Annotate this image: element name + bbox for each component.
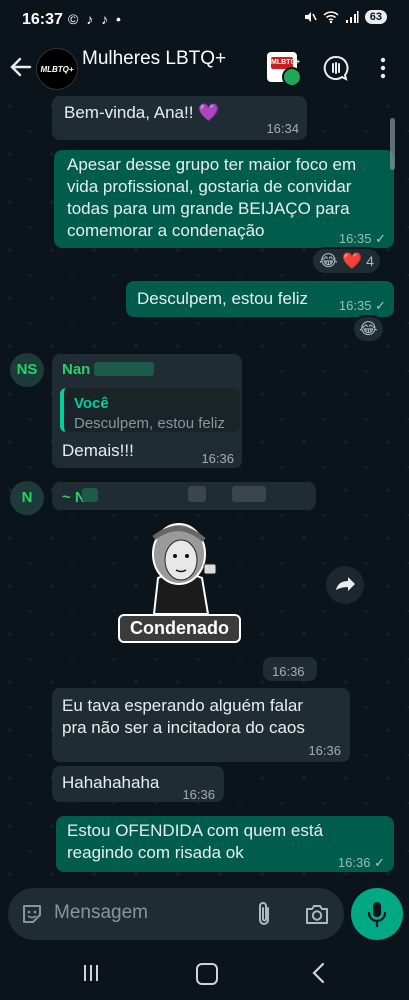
message-time: 16:36 — [308, 743, 341, 758]
message-text: Estou OFENDIDA com quem está reagindo co… — [67, 821, 324, 862]
reaction-emojis: 😂 ❤️ — [319, 253, 363, 270]
avatar[interactable]: N — [10, 481, 44, 515]
message-time: 16:36 — [272, 664, 305, 679]
check-badge-icon — [282, 67, 302, 87]
chat-header: MLBTQ+ Mulheres LBTQ+ MLBTQ+ — [0, 40, 409, 96]
more-vert-icon[interactable] — [376, 56, 390, 80]
message-reactions[interactable]: 😂 — [352, 315, 385, 343]
system-nav-bar — [0, 946, 409, 1000]
quote-text: Desculpem, estou feliz — [74, 415, 225, 432]
double-check-icon: ✓ — [375, 231, 386, 246]
message-text: Hahahahaha — [62, 773, 160, 792]
quoted-message[interactable]: Você Desculpem, estou feliz — [60, 388, 240, 432]
message-bubble[interactable]: Nan Você Desculpem, estou feliz Demais!!… — [52, 354, 242, 468]
message-time: 16:36 — [201, 451, 234, 466]
forward-button[interactable] — [326, 566, 364, 604]
battery-indicator: 63 — [364, 10, 387, 24]
status-bar: 16:37 © ♪ ♪ • 63 — [0, 0, 409, 40]
message-bubble[interactable]: Hahahahaha 16:36 — [52, 766, 224, 802]
status-right-icons: 63 — [303, 10, 387, 24]
message-text: Demais!!! — [62, 441, 134, 460]
call-add-icon[interactable] — [322, 54, 350, 82]
message-list[interactable]: Bem-vinda, Ana!! 💜 16:34 Apesar desse gr… — [0, 96, 409, 886]
message-bubble[interactable]: Bem-vinda, Ana!! 💜 16:34 — [52, 96, 307, 140]
back-arrow-icon[interactable] — [8, 54, 34, 80]
camera-icon[interactable] — [304, 902, 330, 926]
message-time-row: 16:36 ✓ — [337, 855, 385, 870]
attach-icon[interactable] — [254, 900, 274, 928]
scrollbar[interactable] — [390, 118, 395, 170]
mute-icon — [304, 12, 317, 22]
quote-author: Você — [74, 395, 109, 412]
message-text: Bem-vinda, Ana!! 💜 — [64, 103, 220, 122]
double-check-icon: ✓ — [374, 855, 385, 870]
message-bubble[interactable]: Apesar desse grupo ter maior foco em vid… — [54, 150, 394, 248]
message-text: Desculpem, estou feliz — [137, 289, 309, 308]
video-call-icon[interactable]: MLBTQ+ — [267, 52, 302, 87]
sticker-time-pill: 16:36 — [263, 657, 317, 681]
sender-name[interactable]: Nan — [62, 359, 90, 381]
mic-button[interactable] — [351, 888, 403, 940]
wifi-icon — [323, 11, 339, 24]
message-time-row: 16:35 ✓ — [338, 298, 386, 313]
message-bubble[interactable]: Eu tava esperando alguém falar pra não s… — [52, 688, 350, 762]
sticker-caption: Condenado — [118, 614, 241, 643]
message-composer[interactable]: Mensagem — [8, 888, 344, 940]
signal-icon — [345, 11, 359, 23]
notification-icons: © ♪ ♪ • — [68, 11, 123, 27]
nav-back-icon[interactable] — [310, 962, 328, 984]
message-input[interactable]: Mensagem — [54, 902, 148, 924]
recents-icon[interactable] — [82, 963, 100, 983]
mic-icon — [367, 902, 387, 928]
message-time: 16:34 — [266, 121, 299, 136]
redacted-name-block — [82, 488, 98, 502]
redacted-name-block — [188, 486, 206, 502]
group-avatar-text: MLBTQ+ — [40, 64, 74, 74]
forward-icon — [336, 577, 355, 591]
group-avatar[interactable]: MLBTQ+ — [36, 48, 78, 90]
message-bubble[interactable]: Desculpem, estou feliz 16:35 ✓ — [126, 281, 394, 317]
group-name[interactable]: Mulheres LBTQ+ — [82, 48, 226, 70]
message-text: Eu tava esperando alguém falar pra não s… — [62, 696, 305, 737]
avatar[interactable]: NS — [10, 353, 44, 387]
reaction-count: 4 — [366, 253, 374, 269]
reaction-emojis: 😂 — [359, 321, 378, 338]
redacted-name-block — [94, 362, 154, 376]
sticker-message[interactable]: Condenado — [118, 518, 250, 648]
status-time: 16:37 — [22, 11, 63, 28]
message-bubble[interactable]: ~ Na — [52, 482, 316, 510]
cartoon-judge-sticker-icon — [152, 523, 217, 614]
double-check-icon: ✓ — [375, 298, 386, 313]
message-text: Apesar desse grupo ter maior foco em vid… — [67, 155, 357, 240]
message-time: 16:36 — [182, 787, 215, 802]
sticker-icon[interactable] — [20, 902, 44, 926]
redacted-name-block — [232, 486, 266, 502]
message-bubble[interactable]: Estou OFENDIDA com quem está reagindo co… — [56, 816, 394, 872]
home-icon[interactable] — [196, 963, 218, 985]
message-reactions[interactable]: 😂 ❤️ 4 — [311, 247, 382, 275]
